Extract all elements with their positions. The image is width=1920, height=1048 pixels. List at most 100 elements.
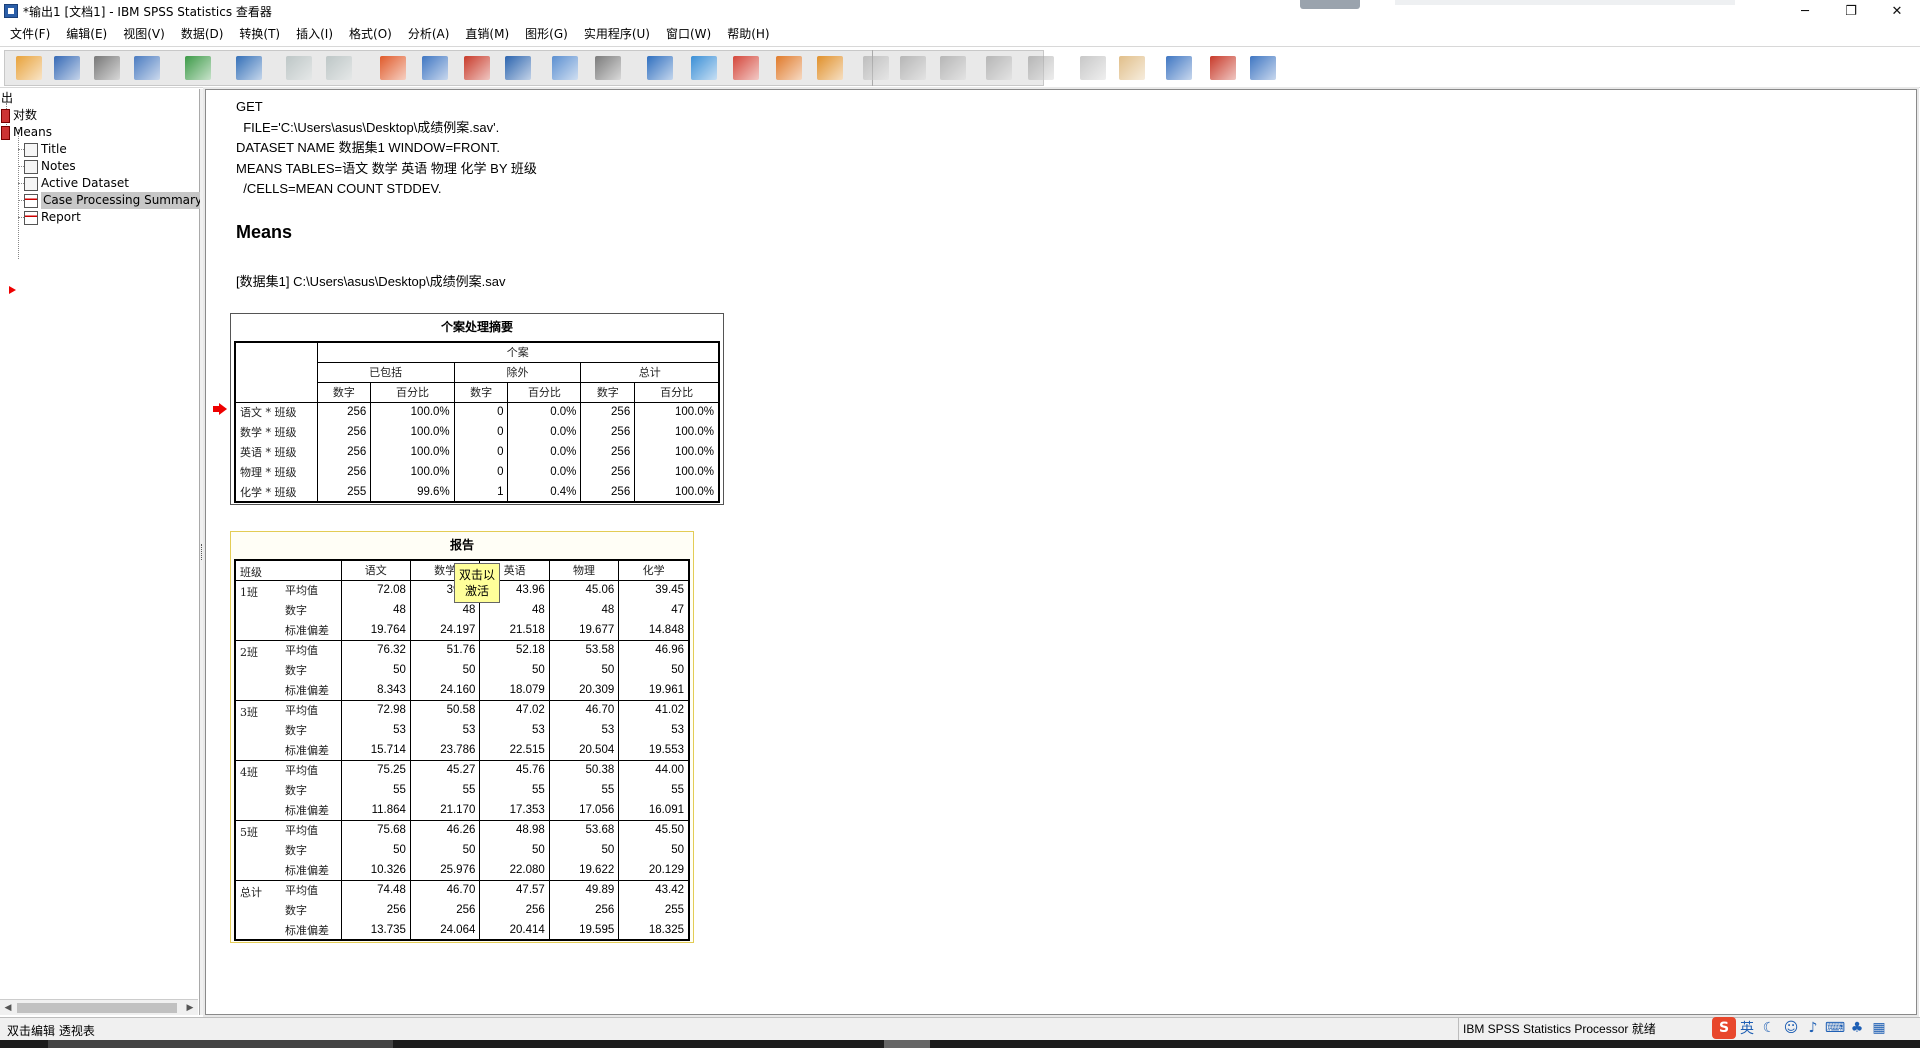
- outline-horizontal-scrollbar[interactable]: ◀ ▶: [0, 999, 198, 1015]
- export-button[interactable]: [183, 54, 213, 82]
- case-value-cell: 99.6%: [370, 482, 455, 502]
- show-button[interactable]: [1078, 54, 1108, 82]
- smiley-icon[interactable]: ☺: [1780, 1017, 1802, 1039]
- syntax-line: MEANS TABLES=语文 数学 英语 物理 化学 BY 班级: [236, 160, 537, 176]
- undo-button[interactable]: [284, 54, 314, 82]
- means-heading[interactable]: Means: [236, 222, 292, 243]
- insert-chart-button[interactable]: [774, 54, 804, 82]
- case-value-cell: 100.0%: [634, 462, 720, 482]
- demote-button[interactable]: [938, 54, 968, 82]
- table-row: 化学 * 班级 255 99.6% 1 0.4% 256 100.0%: [234, 482, 720, 502]
- activate-tooltip: 双击以 激活: [454, 563, 500, 603]
- goto-case-button[interactable]: [378, 54, 408, 82]
- keyboard-icon[interactable]: ⌨: [1824, 1017, 1846, 1039]
- splitter-grip-icon[interactable]: [201, 544, 204, 560]
- insert-output-button[interactable]: [731, 54, 761, 82]
- menu-item-12[interactable]: 帮助(H): [719, 22, 777, 46]
- weight-cases-icon: [647, 56, 673, 80]
- report-value-cell: 46.96: [618, 639, 690, 660]
- scroll-left-arrow-icon[interactable]: ◀: [2, 1002, 14, 1014]
- split-file-button[interactable]: [689, 54, 719, 82]
- sogou-ime-icon[interactable]: S: [1712, 1016, 1736, 1039]
- hide-button[interactable]: [1117, 54, 1147, 82]
- table-row: 数字 50 50 50 50 50: [235, 840, 690, 860]
- menu-item-11[interactable]: 窗口(W): [658, 22, 719, 46]
- tree-node-notes[interactable]: Notes: [24, 158, 76, 175]
- redo-button[interactable]: [324, 54, 354, 82]
- save-button[interactable]: [52, 54, 82, 82]
- syntax-log[interactable]: GET FILE='C:\Users\asus\Desktop\成绩例案.sav…: [236, 97, 537, 200]
- active-dataset-line[interactable]: [数据集1] C:\Users\asus\Desktop\成绩例案.sav: [236, 271, 505, 290]
- case-processing-summary-table[interactable]: 个案处理摘要 个案 已包括 除外 总计 数字 百分比 数字 百分比 数字 百分比 语文 * 班级 25…: [230, 313, 724, 505]
- menu-item-1[interactable]: 编辑(E): [58, 22, 115, 46]
- menu-item-8[interactable]: 直销(M): [457, 22, 517, 46]
- current-table-arrow-icon: [213, 403, 227, 415]
- report-value-cell: 20.309: [548, 680, 620, 700]
- menu-item-2[interactable]: 视图(V): [115, 22, 173, 46]
- menu-item-7[interactable]: 分析(A): [400, 22, 458, 46]
- report-value-cell: 10.326: [340, 860, 411, 880]
- menu-item-4[interactable]: 转换(T): [231, 22, 288, 46]
- syntax-line: DATASET NAME 数据集1 WINDOW=FRONT.: [236, 140, 500, 155]
- select-cases-button[interactable]: [550, 54, 580, 82]
- menu-item-10[interactable]: 实用程序(U): [576, 22, 658, 46]
- promote-button[interactable]: [898, 54, 928, 82]
- menu-item-3[interactable]: 数据(D): [173, 22, 232, 46]
- menu-item-0[interactable]: 文件(F): [2, 22, 58, 46]
- taskbar-strip: [0, 1040, 1920, 1048]
- report-value-cell: 18.325: [618, 920, 690, 940]
- minimize-button[interactable]: ─: [1782, 0, 1828, 22]
- stop-button[interactable]: [861, 54, 891, 82]
- goto-variable-button[interactable]: [420, 54, 450, 82]
- variables-button[interactable]: [503, 54, 533, 82]
- tree-node-case-processing-summary[interactable]: Case Processing Summary: [24, 192, 205, 209]
- means-book-icon: [1, 125, 10, 140]
- report-value-cell: 44.00: [618, 759, 690, 780]
- menu-item-6[interactable]: 格式(O): [341, 22, 400, 46]
- insert-cases-button[interactable]: [462, 54, 492, 82]
- show-icon: [1080, 56, 1106, 80]
- insert-new-text-button[interactable]: [1248, 54, 1278, 82]
- value-labels-button[interactable]: [593, 54, 623, 82]
- maximize-button[interactable]: ❐: [1828, 0, 1874, 22]
- report-value-cell: 43.42: [618, 879, 690, 900]
- report-value-cell: 256: [479, 900, 550, 920]
- weight-cases-button[interactable]: [645, 54, 675, 82]
- scroll-right-arrow-icon[interactable]: ▶: [184, 1002, 196, 1014]
- moon-icon[interactable]: ☾: [1758, 1017, 1780, 1039]
- insert-heading-button[interactable]: [1164, 54, 1194, 82]
- close-button[interactable]: ✕: [1874, 0, 1920, 22]
- table-row: 3班 平均值 72.98 50.58 47.02 46.70 41.02: [234, 699, 690, 760]
- insert-title-button[interactable]: [1208, 54, 1238, 82]
- shirt-icon[interactable]: ♣: [1846, 1017, 1868, 1039]
- tree-node-title[interactable]: Title: [24, 141, 67, 158]
- case-corner-cell: [234, 342, 318, 403]
- expand-button[interactable]: [984, 54, 1014, 82]
- table-row: 数字 55 55 55 55 55: [235, 780, 690, 800]
- tree-node-active-dataset[interactable]: Active Dataset: [24, 175, 129, 192]
- report-value-cell: 11.864: [340, 800, 411, 820]
- ime-language-toggle[interactable]: 英: [1736, 1017, 1758, 1039]
- hide-icon: [1119, 56, 1145, 80]
- menu-item-9[interactable]: 图形(G): [517, 22, 576, 46]
- collapse-button[interactable]: [1026, 54, 1056, 82]
- insert-text-button[interactable]: [815, 54, 845, 82]
- scroll-thumb[interactable]: [17, 1003, 177, 1013]
- grid-icon[interactable]: ▦: [1868, 1017, 1890, 1039]
- tree-node-means[interactable]: Means: [1, 124, 52, 141]
- report-value-cell: 255: [618, 900, 690, 920]
- print-button[interactable]: [92, 54, 122, 82]
- report-stat-label: 标准偏差: [281, 680, 342, 700]
- tree-node-report[interactable]: Report: [24, 209, 81, 226]
- table-row: 标准偏差 10.326 25.976 22.080 19.622 20.129: [235, 860, 690, 880]
- tree-node-root[interactable]: 出: [1, 90, 13, 107]
- case-group-header: 除外: [453, 362, 582, 383]
- report-group-label: 5班: [234, 819, 281, 880]
- tree-node-log[interactable]: 对数: [1, 107, 37, 124]
- menu-item-5[interactable]: 插入(I): [288, 22, 341, 46]
- goto-data-button[interactable]: [234, 54, 264, 82]
- print-preview-button[interactable]: [132, 54, 162, 82]
- open-folder-button[interactable]: [14, 54, 44, 82]
- mic-icon[interactable]: ♪: [1802, 1017, 1824, 1039]
- stop-icon: [863, 56, 889, 80]
